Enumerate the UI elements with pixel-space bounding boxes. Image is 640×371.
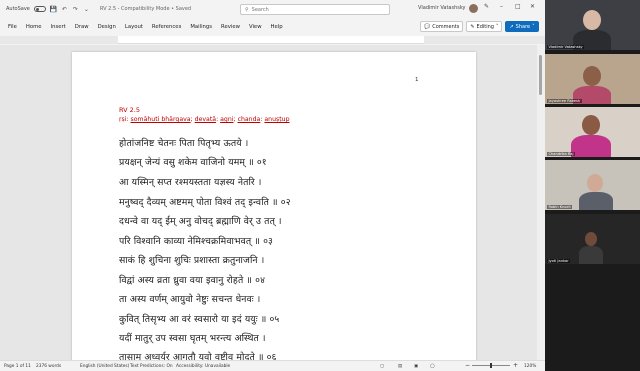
vertical-scrollbar[interactable] <box>537 45 545 360</box>
verse-line: कुवित् तिसृभ्य आ वरं स्वसारो या इदं ययुः… <box>119 314 280 325</box>
video-gallery: Vladimir Vatashsky Jayashree Rakesh Chan… <box>545 0 640 371</box>
tab-layout[interactable]: Layout <box>125 24 143 30</box>
participant-body <box>579 192 613 210</box>
verse-line: साकं हि शुचिना शुचिः प्रशास्ता क्रतुनाजन… <box>119 255 265 266</box>
comments-label: Comments <box>432 23 460 30</box>
verse-line: ता अस्य वर्णम् आयुवो नेष्टुः सचन्त धेनवः… <box>119 294 261 305</box>
participant-name: Jayashree Rakesh <box>547 99 582 103</box>
participant-tile[interactable]: Chandrika Raj <box>545 107 640 157</box>
participant-face <box>587 174 603 192</box>
tab-references[interactable]: References <box>152 24 181 30</box>
search-placeholder: Search <box>251 6 269 13</box>
participant-name: Chandrika Raj <box>547 152 576 156</box>
text-predictions-status[interactable]: Text Predictions: On <box>130 364 173 369</box>
autosave-toggle[interactable] <box>33 6 46 12</box>
participant-tile[interactable]: Vladimir Vatashsky <box>545 0 640 50</box>
hymn-metadata-line: ṛṣi: somāhuti bhārgava; devatā: agni; ch… <box>119 116 290 123</box>
chevron-down-icon: ˅ <box>495 23 499 30</box>
chanda-label: chanda <box>237 116 261 123</box>
avatar[interactable] <box>469 4 478 13</box>
tab-insert[interactable]: Insert <box>51 24 66 30</box>
rsi-name: somāhuti bhārgava <box>130 116 191 123</box>
participant-body <box>571 135 611 157</box>
zoom-in-button[interactable]: + <box>513 362 518 369</box>
tab-help[interactable]: Help <box>271 24 283 30</box>
word-window: AutoSave 💾 ↶ ↷ ⌄ RV 2.5 - Compatibility … <box>0 0 545 371</box>
minimize-button[interactable]: – <box>500 3 503 10</box>
scrollbar-thumb[interactable] <box>539 55 542 95</box>
print-layout-icon[interactable]: ▣ <box>414 364 418 369</box>
share-label: Share <box>515 23 531 30</box>
save-icon[interactable]: 💾 <box>50 6 57 13</box>
participant-body <box>579 246 603 264</box>
document-title: RV 2.5 - Compatibility Mode • Saved <box>99 6 192 12</box>
tab-mailings[interactable]: Mailings <box>190 24 212 30</box>
verse-line: आ यस्मिन् सप्त रश्मयस्तता यज्ञस्य नेतरि … <box>119 177 262 188</box>
participant-face <box>582 115 600 135</box>
tab-design[interactable]: Design <box>98 24 116 30</box>
verse-line: परि विश्वानि काव्या नेमिश्चक्रमिवाभवत् ॥… <box>119 236 273 247</box>
accessibility-status[interactable]: Accessibility: Unavailable <box>176 364 230 369</box>
comment-icon: 💬 <box>424 23 431 30</box>
chevron-down-icon: ˅ <box>532 23 535 30</box>
tab-home[interactable]: Home <box>26 24 42 30</box>
page-number-header: 1 <box>415 77 419 83</box>
participant-face <box>583 10 601 30</box>
participant-name: Jyoti Jankar <box>547 259 571 263</box>
search-box[interactable]: ⚲ Search <box>240 4 390 15</box>
editing-mode-button[interactable]: ✎ Editing ˅ <box>466 21 503 32</box>
read-mode-icon[interactable]: ▤ <box>398 364 402 369</box>
customize-toolbar-icon[interactable]: ⌄ <box>83 6 90 13</box>
participant-tile[interactable]: Jyoti Jankar <box>545 214 640 264</box>
participant-tile[interactable]: Robin Knoch <box>545 160 640 210</box>
title-bar: AutoSave 💾 ↶ ↷ ⌄ RV 2.5 - Compatibility … <box>0 0 545 18</box>
pencil-icon: ✎ <box>470 23 475 30</box>
editing-label: Editing <box>476 23 494 30</box>
verse-line: यदीं मातुर् उप स्वसा घृतम् भरन्त्य अस्थि… <box>119 333 266 344</box>
tab-view[interactable]: View <box>249 24 262 30</box>
share-button[interactable]: ↗ Share ˅ <box>505 21 539 32</box>
autosave-label: AutoSave <box>6 6 30 12</box>
verse-line: तासाम् अध्वर्युर् आगतौ यवो वृष्टीव मोदते… <box>119 352 277 360</box>
tab-draw[interactable]: Draw <box>75 24 89 30</box>
search-icon: ⚲ <box>245 6 249 13</box>
participant-tile[interactable]: Jayashree Rakesh <box>545 54 640 104</box>
participant-face <box>585 232 597 246</box>
close-button[interactable]: ✕ <box>530 3 535 10</box>
verse-line: होतांजनिष्ट चेतनः पिता पितृभ्य ऊतये । <box>119 138 249 149</box>
status-bar: Page 1 of 11 2376 words English (United … <box>0 360 545 371</box>
redo-icon[interactable]: ↷ <box>72 6 79 13</box>
verse-line: मनुष्वद् दैव्यम् अष्टमम् पोता विश्वं तद्… <box>119 197 291 208</box>
tab-file[interactable]: File <box>8 24 17 30</box>
participant-name: Vladimir Vatashsky <box>547 45 585 49</box>
maximize-button[interactable]: □ <box>515 3 521 10</box>
chanda-name: anuṣṭup <box>264 116 290 123</box>
page-count[interactable]: Page 1 of 11 <box>4 364 31 369</box>
focus-icon[interactable]: ▢ <box>380 364 384 369</box>
word-count[interactable]: 2376 words <box>36 364 61 369</box>
verse-line: विद्वां अस्य व्रता ध्रुवा वया इवानु रोहत… <box>119 275 266 286</box>
tab-review[interactable]: Review <box>221 24 240 30</box>
share-icon: ↗ <box>509 23 514 30</box>
participant-face <box>583 66 601 86</box>
verse-line: प्रयक्षन् जेन्यं वसु शकेम वाजिनो यमम् ॥ … <box>119 157 267 168</box>
hymn-heading: RV 2.5 <box>119 106 141 114</box>
web-layout-icon[interactable]: ◯ <box>430 364 435 369</box>
devata-label: devatā <box>194 116 217 123</box>
pen-icon[interactable]: ✎ <box>484 3 489 10</box>
zoom-out-button[interactable]: − <box>465 362 470 369</box>
comments-button[interactable]: 💬 Comments <box>420 21 464 32</box>
verse-line: दधन्वे वा यद् ईम् अनु वोचद् ब्रह्माणि वे… <box>119 216 282 227</box>
undo-icon[interactable]: ↶ <box>61 6 68 13</box>
horizontal-ruler[interactable] <box>118 36 424 44</box>
zoom-slider-handle[interactable] <box>490 363 492 368</box>
participant-name: Robin Knoch <box>547 205 573 209</box>
language-status[interactable]: English (United States) <box>80 364 129 369</box>
zoom-level[interactable]: 120% <box>524 364 536 369</box>
user-name[interactable]: Vladimir Vatashsky <box>418 5 466 11</box>
devata-name: agni <box>220 116 234 123</box>
